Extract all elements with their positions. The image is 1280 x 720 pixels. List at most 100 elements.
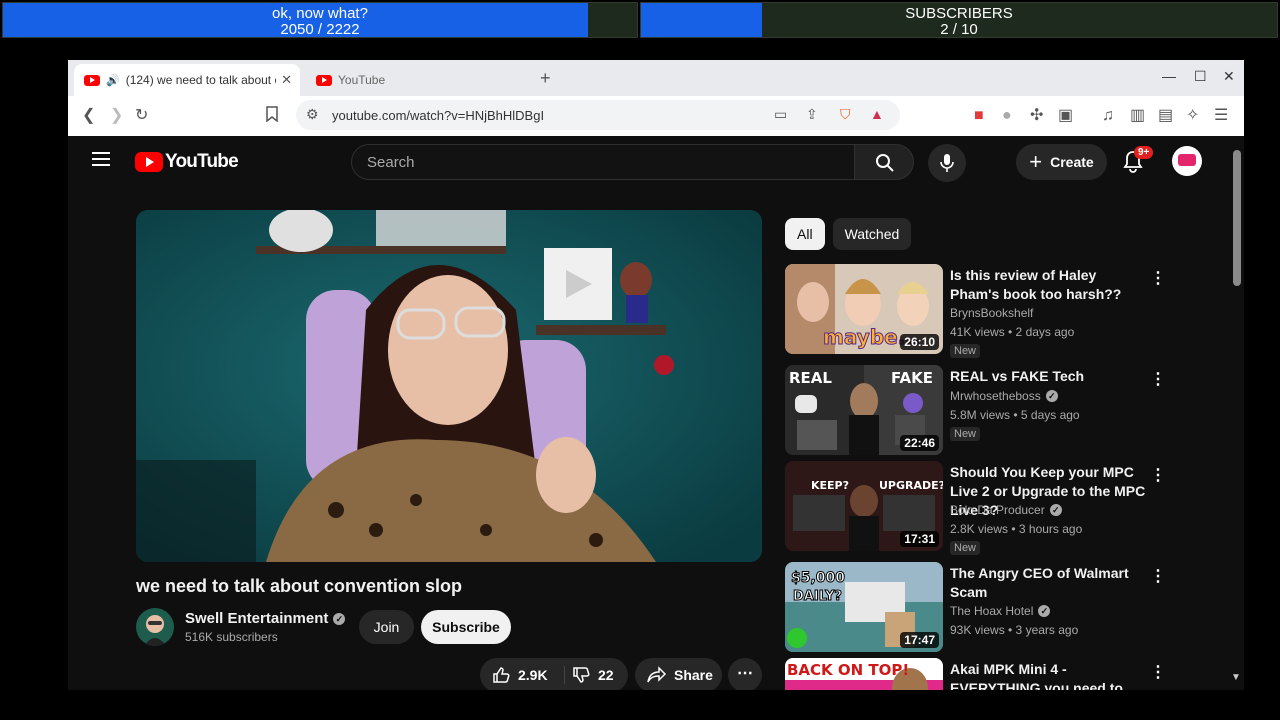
browser-toolbar: ❮ ❯ ↻ ⚙ youtube.com/watch?v=HNjBhHlDBgI … — [68, 96, 1244, 136]
plus-icon: + — [1029, 149, 1043, 174]
channel-avatar[interactable] — [136, 608, 174, 646]
recommended-video[interactable]: $5,000 DAILY? 17:47 The Angry CEO of Walm… — [785, 562, 1166, 654]
recommended-meta: 41K views • 2 days ago — [950, 325, 1075, 339]
search-placeholder: Search — [367, 154, 415, 171]
page-scrollbar[interactable] — [1233, 150, 1241, 286]
thumbs-up-icon — [493, 667, 510, 683]
subscribe-button[interactable]: Subscribe — [421, 610, 511, 644]
verified-icon: ✓ — [1045, 390, 1058, 402]
url-text: youtube.com/watch?v=HNjBhHlDBgI — [332, 108, 545, 123]
tab-youtube[interactable]: YouTube — [306, 64, 526, 96]
audio-playing-icon[interactable]: 🔊 — [106, 74, 120, 87]
rewards-icon[interactable]: ▲ — [870, 106, 884, 122]
thumbnail-text: DAILY? — [793, 589, 842, 604]
extensions-puzzle-icon[interactable]: ✣ — [1030, 106, 1043, 126]
leo-ai-icon[interactable]: ✧ — [1186, 106, 1199, 126]
bookmark-icon[interactable] — [266, 106, 278, 128]
wallet-icon[interactable]: ▤ — [1158, 106, 1173, 126]
extension-icon[interactable]: ● — [1002, 106, 1012, 126]
scroll-down-arrow-icon[interactable]: ▼ — [1231, 672, 1241, 683]
recommended-channel: The Hoax Hotel ✓ — [950, 604, 1051, 618]
video-thumbnail[interactable]: $5,000 DAILY? 17:47 — [785, 562, 943, 652]
recommended-title: The Angry CEO of Walmart Scam — [950, 565, 1129, 600]
new-tab-icon[interactable]: + — [540, 68, 551, 89]
thumbnail-text: $5,000 — [791, 570, 845, 586]
create-button[interactable]: + Create — [1016, 144, 1107, 180]
new-badge: New — [950, 427, 981, 441]
extension-icon[interactable]: ■ — [974, 106, 984, 126]
chip-all[interactable]: All — [785, 218, 825, 250]
video-duration: 22:46 — [900, 435, 939, 451]
share-button[interactable]: Share — [635, 658, 722, 690]
recommended-title: Akai MPK Mini 4 - EVERYTHING you need to… — [950, 661, 1123, 690]
microphone-icon — [940, 154, 954, 172]
share-page-icon[interactable]: ⇪ — [806, 106, 818, 123]
recommended-video[interactable]: BACK ON TOP! Akai MPK Mini 4 - EVERYTHIN… — [785, 658, 1166, 690]
verified-icon: ✓ — [333, 612, 346, 625]
close-tab-icon[interactable]: ✕ — [281, 72, 292, 88]
recommended-meta: 2.8K views • 3 hours ago — [950, 522, 1083, 536]
video-duration: 26:10 — [900, 334, 939, 350]
like-button[interactable] — [492, 666, 510, 687]
search-icon — [876, 154, 894, 172]
recommended-video[interactable]: REAL FAKE 22:46 REAL vs FAKE Tech Mrwhose… — [785, 365, 1166, 457]
screenshot-icon[interactable]: ▣ — [1058, 106, 1073, 126]
thumbnail-text: UPGRADE? — [879, 479, 943, 492]
address-bar[interactable]: ⚙ youtube.com/watch?v=HNjBhHlDBgI ▭ ⇪ ⛉ … — [296, 100, 900, 130]
share-arrow-icon — [647, 666, 667, 683]
back-icon[interactable]: ❮ — [82, 106, 95, 126]
video-duration: 17:47 — [900, 632, 939, 648]
video-thumbnail[interactable]: maybe... 26:10 — [785, 264, 943, 354]
account-avatar[interactable] — [1172, 146, 1202, 176]
more-options-icon[interactable]: ⋮ — [1150, 566, 1166, 586]
more-options-icon[interactable]: ⋮ — [1150, 369, 1166, 389]
more-options-icon[interactable]: ⋮ — [1150, 465, 1166, 485]
recommended-video[interactable]: KEEP? UPGRADE? 17:31 Should You Keep your… — [785, 461, 1166, 555]
recommended-video[interactable]: maybe... 26:10 Is this review of Haley P… — [785, 264, 1166, 358]
subscriber-count: 516K subscribers — [185, 630, 278, 644]
progress-bar-goal: ok, now what? 2050 / 2222 — [2, 2, 638, 38]
voice-search-button[interactable] — [928, 144, 966, 182]
recommended-title: Is this review of Haley Pham's book too … — [950, 267, 1122, 302]
thumbs-down-icon — [573, 667, 590, 683]
cast-icon[interactable]: ▭ — [774, 106, 787, 123]
video-player[interactable] — [136, 210, 762, 562]
thumbnail-text: KEEP? — [811, 479, 849, 492]
maximize-icon[interactable]: ☐ — [1194, 68, 1207, 85]
close-window-icon[interactable]: ✕ — [1223, 68, 1235, 85]
brave-shield-icon[interactable]: ⛉ — [840, 106, 851, 123]
reload-icon[interactable]: ↻ — [135, 106, 148, 126]
video-thumbnail[interactable]: KEEP? UPGRADE? 17:31 — [785, 461, 943, 551]
video-thumbnail[interactable]: BACK ON TOP! — [785, 658, 943, 690]
hamburger-menu-icon[interactable] — [92, 152, 110, 166]
menu-icon[interactable]: ☰ — [1214, 106, 1228, 126]
share-label: Share — [674, 667, 713, 683]
dislike-count: 22 — [598, 667, 614, 683]
music-icon[interactable]: ♫ — [1102, 106, 1114, 126]
more-options-icon[interactable]: ⋮ — [1150, 268, 1166, 288]
recommended-title: REAL vs FAKE Tech — [950, 368, 1085, 384]
more-options-icon[interactable]: ⋮ — [1150, 662, 1166, 682]
join-button[interactable]: Join — [359, 610, 414, 644]
video-frame — [136, 210, 762, 562]
channel-name[interactable]: Swell Entertainment ✓ — [185, 610, 346, 627]
youtube-logo-icon — [135, 152, 163, 172]
tab-video[interactable]: 🔊 (124) we need to talk about convention… — [74, 64, 300, 96]
chip-watched[interactable]: Watched — [832, 218, 912, 250]
forward-icon[interactable]: ❯ — [110, 106, 123, 126]
more-actions-button[interactable]: ⋯ — [728, 658, 762, 690]
tab-title: YouTube — [338, 73, 386, 87]
site-settings-icon[interactable]: ⚙ — [306, 106, 319, 123]
youtube-page: YouTube Search + Create 9+ we need to ta… — [68, 136, 1244, 690]
youtube-logo[interactable]: YouTube — [135, 151, 239, 173]
video-thumbnail[interactable]: REAL FAKE 22:46 — [785, 365, 943, 455]
notification-badge: 9+ — [1134, 146, 1154, 159]
tab-title: (124) we need to talk about convention s… — [125, 73, 276, 87]
search-button[interactable] — [854, 144, 914, 180]
thumbnail-text: BACK ON TOP! — [787, 661, 909, 679]
search-input[interactable]: Search — [351, 144, 855, 180]
video-duration: 17:31 — [900, 531, 939, 547]
sidebar-icon[interactable]: ▥ — [1130, 106, 1145, 126]
dislike-button[interactable] — [572, 666, 590, 687]
minimize-icon[interactable]: — — [1162, 68, 1176, 84]
